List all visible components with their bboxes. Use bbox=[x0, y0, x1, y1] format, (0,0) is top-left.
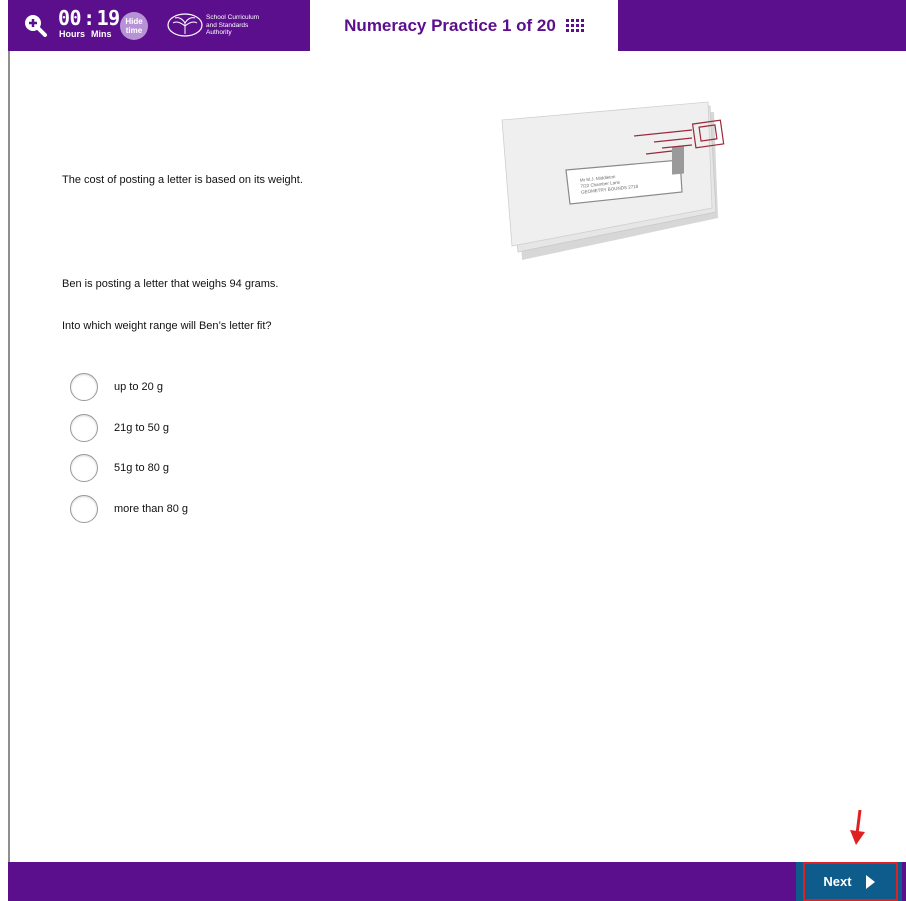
next-button-label: Next bbox=[823, 874, 852, 889]
answer-option[interactable]: up to 20 g bbox=[70, 373, 188, 401]
answer-option[interactable]: 21g to 50 g bbox=[70, 413, 188, 442]
timer-mins-label: Mins bbox=[91, 29, 112, 39]
answer-option-label: up to 20 g bbox=[114, 381, 163, 393]
authority-line: and Standards bbox=[206, 21, 249, 29]
radio-button[interactable] bbox=[70, 454, 98, 482]
answer-option[interactable]: 51g to 80 g bbox=[70, 454, 188, 482]
answer-option-label: more than 80 g bbox=[114, 502, 188, 515]
question-statement: Ben is posting a letter that weighs 94 g… bbox=[62, 278, 279, 290]
radio-button[interactable] bbox=[70, 413, 98, 442]
chevron-right-icon bbox=[865, 874, 875, 889]
answer-option-label: 51g to 80 g bbox=[114, 462, 170, 474]
down-arrow-icon bbox=[850, 810, 865, 845]
footer-bar bbox=[8, 862, 906, 901]
hide-time-label: Hide time bbox=[125, 17, 143, 35]
title-tab: Numeracy Practice 1 of 20 bbox=[310, 0, 618, 51]
radio-button[interactable] bbox=[70, 373, 98, 401]
radio-button[interactable] bbox=[70, 494, 98, 523]
answer-options: up to 20 g 21g to 50 g 51g to 80 g more … bbox=[70, 373, 188, 535]
top-bar: 00 : 19 Hours Mins Hide time School Curr… bbox=[8, 0, 906, 51]
authority-name: School Curriculum and Standards Authorit… bbox=[206, 14, 286, 37]
scsa-logo-icon bbox=[167, 13, 203, 37]
timer-hours-label: Hours bbox=[59, 29, 86, 39]
app-frame: 00 : 19 Hours Mins Hide time School Curr… bbox=[0, 0, 906, 901]
left-border bbox=[8, 51, 10, 863]
next-button[interactable]: Next bbox=[796, 862, 902, 901]
envelope-illustration: Mr M.J. Middleton 7/22 Chamber Lane GEOM… bbox=[501, 101, 725, 260]
page-title: Numeracy Practice 1 of 20 bbox=[344, 15, 556, 35]
answer-option-label: 21g to 50 g bbox=[114, 421, 170, 434]
answer-option[interactable]: more than 80 g bbox=[70, 494, 188, 523]
timer: 00 : 19 Hours Mins bbox=[58, 8, 120, 39]
timer-hours: 00 bbox=[58, 6, 82, 30]
timer-mins: 19 bbox=[96, 6, 121, 30]
question-grid-icon[interactable] bbox=[565, 18, 584, 33]
timer-colon: : bbox=[83, 6, 95, 30]
hide-time-button[interactable]: Hide time bbox=[120, 12, 148, 40]
question-intro: The cost of posting a letter is based on… bbox=[62, 174, 303, 186]
zoom-in-icon[interactable] bbox=[22, 12, 48, 38]
question-prompt: Into which weight range will Ben’s lette… bbox=[62, 320, 272, 332]
authority-line: Authority bbox=[206, 29, 232, 36]
authority-line: School Curriculum bbox=[206, 14, 260, 21]
